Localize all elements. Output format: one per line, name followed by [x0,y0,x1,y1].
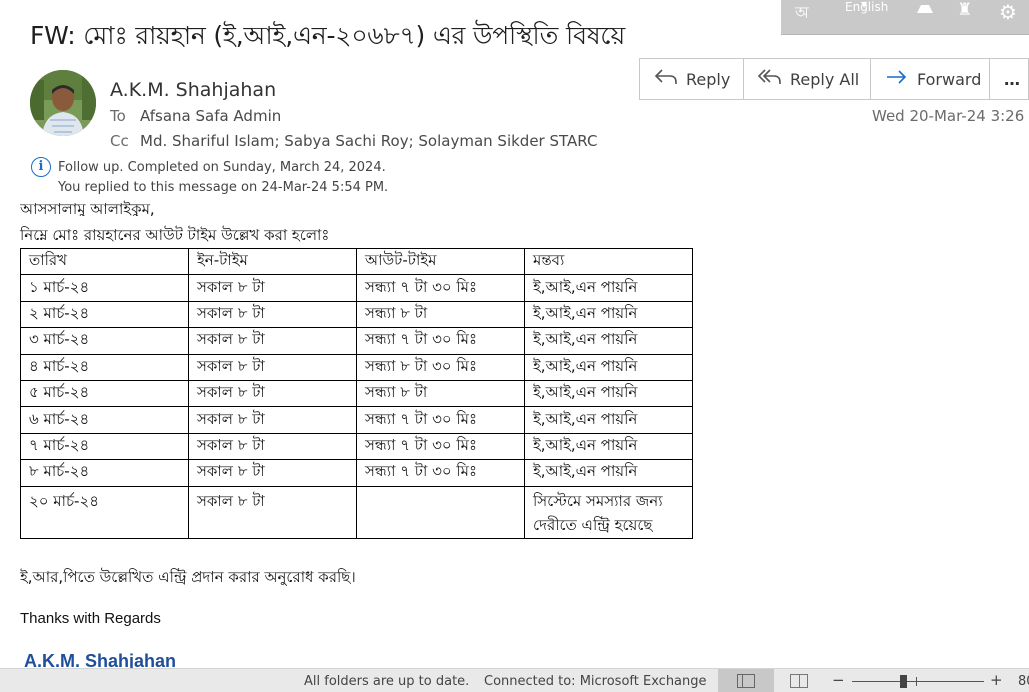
normal-view-button[interactable] [718,669,774,692]
cell-date: ২০ মার্চ-২৪ [20,485,189,539]
cell-out-time: সন্ধ্যা ৭ টা ৩০ মিঃ [356,432,525,461]
reading-view-button[interactable] [790,674,808,688]
forward-icon [885,68,909,90]
cell-out-time: সন্ধ্যা ৮ টা [356,379,525,408]
signature-name: A.K.M. Shahjahan [24,651,177,668]
caret-icon[interactable]: ▼ [861,0,867,30]
cell-in-time: সকাল ৮ টা [188,274,357,302]
cell-comment: ই,আই,এন পায়নি [524,327,693,355]
sender-avatar [30,70,96,136]
info-icon: i [31,157,51,177]
cell-date: ৮ মার্চ-২৪ [20,459,189,487]
reply-all-icon [757,68,782,90]
table-row: ৩ মার্চ-২৪ সকাল ৮ টা সন্ধ্যা ৭ টা ৩০ মিঃ… [20,327,693,355]
table-row: ৮ মার্চ-২৪ সকাল ৮ টা সন্ধ্যা ৭ টা ৩০ মিঃ… [20,459,693,487]
greeting-text: আসসালামু আলাইকুম, [20,200,155,216]
header-out-time: আউট-টাইম [356,247,525,276]
cell-in-time: সকাল ৮ টা [188,379,357,408]
zoom-slider-thumb[interactable] [900,675,907,688]
cell-out-time: সন্ধ্যা ৭ টা ৩০ মিঃ [356,459,525,487]
table-row: ২ মার্চ-২৪ সকাল ৮ টা সন্ধ্যা ৮ টা ই,আই,এ… [20,300,693,329]
cell-out-time: সন্ধ্যা ৭ টা ৩০ মিঃ [356,327,525,355]
cell-in-time: সকাল ৮ টা [188,353,357,381]
cell-date: ২ মার্চ-২৪ [20,300,189,329]
table-header-row: তারিখ ইন-টাইম আউট-টাইম মন্তব্য [20,247,693,276]
table-row: ১ মার্চ-২৪ সকাল ৮ টা সন্ধ্যা ৭ টা ৩০ মিঃ… [20,274,693,302]
cell-comment: ই,আই,এন পায়নি [524,379,693,408]
cell-out-time [356,485,525,539]
zoom-slider[interactable] [852,681,984,682]
cell-comment: ই,আই,এন পায়নি [524,432,693,461]
language-toolbar: অ English ▼ ♜ ⚙ [781,0,1029,35]
cc-label: Cc [110,132,129,150]
bangla-input-icon[interactable]: অ [795,0,809,30]
zoom-out-button[interactable]: − [832,671,845,689]
reply-button[interactable]: Reply [639,58,744,100]
header-in-time: ইন-টাইম [188,247,357,276]
to-recipients[interactable]: Afsana Safa Admin [140,107,281,125]
forward-label: Forward [917,69,982,89]
cell-in-time: সকাল ৮ টা [188,459,357,487]
cell-date: ১ মার্চ-২৪ [20,274,189,302]
zoom-in-button[interactable]: + [990,671,1003,689]
replied-info: You replied to this message on 24-Mar-24… [58,180,389,195]
folder-status: All folders are up to date. [304,674,470,689]
cell-date: ৫ মার্চ-২৪ [20,379,189,408]
cell-comment: সিস্টেমে সমস্যার জন্য দেরীতে এন্ট্রি হয়… [524,485,693,539]
cell-date: ৬ মার্চ-২৪ [20,406,189,434]
cell-comment: ই,আই,এন পায়নি [524,353,693,381]
cell-out-time: সন্ধ্যা ৮ টা ৩০ মিঃ [356,353,525,381]
cell-date: ৭ মার্চ-২৪ [20,432,189,461]
request-text: ই,আর,পিতে উল্লেখিত এন্ট্রি প্রদান করার অ… [20,568,356,586]
header-date: তারিখ [20,247,189,276]
cell-out-time: সন্ধ্যা ৭ টা ৩০ মিঃ [356,406,525,434]
hat-icon[interactable] [915,0,935,30]
cell-in-time: সকাল ৮ টা [188,300,357,329]
to-label: To [110,107,126,125]
reply-all-label: Reply All [790,69,860,89]
more-actions-button[interactable]: … [989,58,1029,100]
followup-info: Follow up. Completed on Sunday, March 24… [58,160,386,175]
message-subject: FW: মোঃ রায়হান (ই,আই,এন-২০৬৮৭) এর উপস্থ… [30,21,625,50]
cc-recipients[interactable]: Md. Shariful Islam; Sabya Sachi Roy; Sol… [140,132,597,150]
status-bar: All folders are up to date. Connected to… [0,668,1029,692]
table-row: ৫ মার্চ-২৪ সকাল ৮ টা সন্ধ্যা ৮ টা ই,আই,এ… [20,379,693,408]
normal-view-icon [737,674,755,688]
forward-button[interactable]: Forward [870,58,990,100]
comment-line: সিস্টেমে সমস্যার জন্য [533,491,663,510]
comment-line: দেরীতে এন্ট্রি হয়েছে [533,515,653,534]
cell-comment: ই,আই,এন পায়নি [524,459,693,487]
cell-in-time: সকাল ৮ টা [188,406,357,434]
table-row: ৭ মার্চ-২৪ সকাল ৮ টা সন্ধ্যা ৭ টা ৩০ মিঃ… [20,432,693,461]
cell-in-time: সকাল ৮ টা [188,485,357,539]
gear-icon[interactable]: ⚙ [999,0,1017,30]
sent-date: Wed 20-Mar-24 3:26 P [872,107,1029,125]
reply-label: Reply [686,69,731,89]
key-icon[interactable]: ♜ [957,0,972,30]
zoom-level[interactable]: 80 [1018,674,1029,689]
sender-name[interactable]: A.K.M. Shahjahan [110,79,276,101]
attendance-table: তারিখ ইন-টাইম আউট-টাইম মন্তব্য ১ মার্চ-২… [20,247,693,539]
cell-in-time: সকাল ৮ টা [188,432,357,461]
cell-out-time: সন্ধ্যা ৮ টা [356,300,525,329]
cell-comment: ই,আই,এন পায়নি [524,406,693,434]
header-comment: মন্তব্য [524,247,693,276]
cell-comment: ই,আই,এন পায়নি [524,274,693,302]
intro-text: নিম্নে মোঃ রায়হানের আউট টাইম উল্লেখ করা… [20,226,330,244]
table-row: ২০ মার্চ-২৪ সকাল ৮ টা সিস্টেমে সমস্যার জ… [20,485,693,539]
reply-all-button[interactable]: Reply All [743,58,871,100]
message-actions: Reply Reply All Forward … [639,58,1029,100]
cell-in-time: সকাল ৮ টা [188,327,357,355]
cell-date: ৪ মার্চ-২৪ [20,353,189,381]
zoom-slider-center-tick [916,677,917,686]
cell-date: ৩ মার্চ-২৪ [20,327,189,355]
cell-comment: ই,আই,এন পায়নি [524,300,693,329]
reply-icon [654,68,678,90]
table-row: ৬ মার্চ-২৪ সকাল ৮ টা সন্ধ্যা ৭ টা ৩০ মিঃ… [20,406,693,434]
connection-status[interactable]: Connected to: Microsoft Exchange [484,674,707,689]
table-row: ৪ মার্চ-২৪ সকাল ৮ টা সন্ধ্যা ৮ টা ৩০ মিঃ… [20,353,693,381]
cell-out-time: সন্ধ্যা ৭ টা ৩০ মিঃ [356,274,525,302]
regards-text: Thanks with Regards [20,610,161,627]
